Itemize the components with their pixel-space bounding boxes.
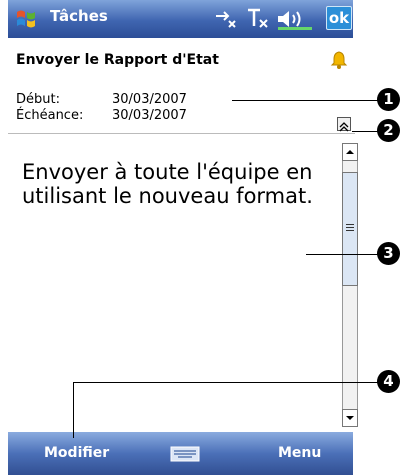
callout-4: 4 [377,370,400,393]
callout-line-4-vertical [73,382,74,438]
callout-line-1 [232,100,378,101]
scroll-down-button[interactable] [342,409,358,427]
scroll-up-button[interactable] [342,143,358,161]
arrow-down-icon [346,416,354,420]
notes-text[interactable]: Envoyer à toute l'équipe en utilisant le… [22,160,322,208]
callout-3: 3 [377,242,400,265]
app-title: Tâches [50,7,108,25]
task-title[interactable]: Envoyer le Rapport d'Etat [16,52,219,68]
callout-2: 2 [377,119,400,142]
keyboard-icon[interactable] [170,446,200,462]
signal-off-icon[interactable] [245,7,271,31]
due-value[interactable]: 30/03/2007 [112,108,187,123]
notes-scrollbar[interactable] [342,143,358,427]
callout-1: 1 [377,88,400,111]
bell-icon[interactable] [330,50,348,70]
volume-icon[interactable] [275,7,315,31]
ok-button[interactable]: ok [326,6,352,30]
due-label: Échéance: [16,108,84,123]
menu-button[interactable]: Menu [278,445,321,461]
menu-bar: Modifier Menu [8,432,353,475]
sync-icon[interactable] [213,7,239,31]
start-value[interactable]: 30/03/2007 [112,92,187,107]
windows-start-icon[interactable] [14,7,38,31]
callout-line-3 [306,254,378,255]
collapse-chevron-icon [339,122,349,132]
scroll-thumb[interactable] [342,172,358,286]
start-label: Début: [16,92,60,107]
callout-line-2 [352,131,378,132]
callout-line-4 [73,382,378,383]
title-bar: Tâches ok [8,0,353,38]
header-divider [8,133,355,134]
arrow-up-icon [346,150,354,154]
edit-menu-button[interactable]: Modifier [44,445,109,461]
collapse-button[interactable] [337,117,351,132]
